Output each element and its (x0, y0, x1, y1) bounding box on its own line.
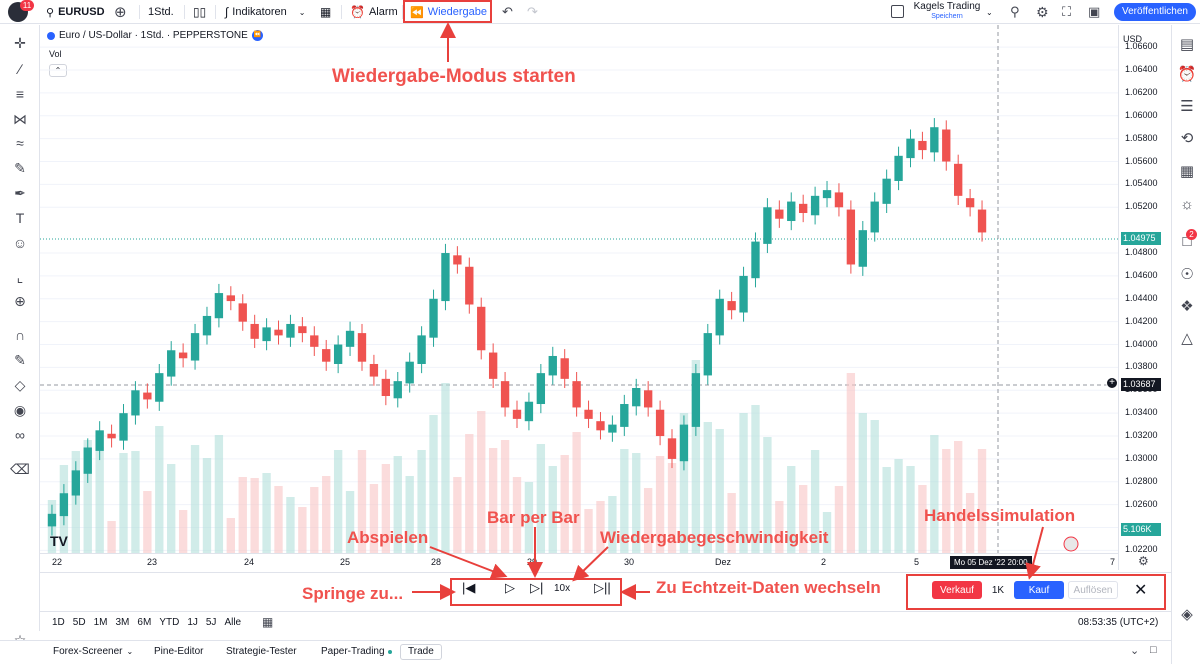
callout-play: Abspielen (347, 528, 429, 547)
callout-realtime: Zu Echtzeit-Daten wechseln (656, 578, 881, 597)
trade-sim-highlight (906, 574, 1166, 610)
callout-replay-start: Wiedergabe-Modus starten (332, 66, 576, 87)
callout-speed: Wiedergabegeschwindigkeit (600, 528, 829, 547)
annotation-arrows (412, 22, 1044, 600)
replay-controls-highlight (450, 578, 622, 606)
callout-jump-to: Springe zu... (302, 584, 404, 603)
callout-bar-by-bar: Bar per Bar (487, 508, 580, 527)
callout-trade-sim: Handelssimulation (924, 506, 1076, 525)
